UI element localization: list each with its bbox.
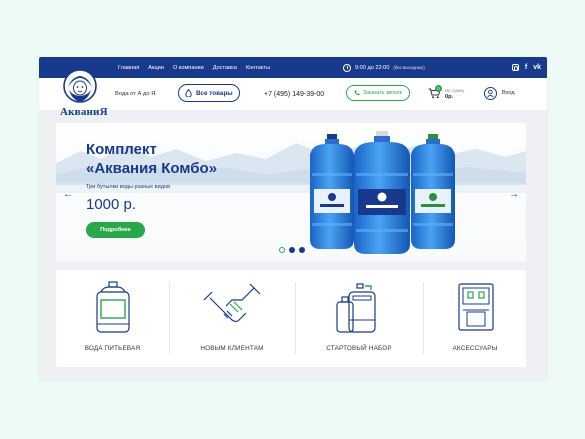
nav-item-about[interactable]: О компании bbox=[173, 65, 204, 71]
login-label: Вход bbox=[502, 90, 515, 96]
social-links: f vk bbox=[511, 57, 541, 78]
cart-label: На сумму bbox=[445, 88, 465, 93]
vk-icon[interactable]: vk bbox=[533, 64, 541, 71]
brand-tagline: Вода от А до Я bbox=[115, 91, 156, 97]
nav-item-promo[interactable]: Акции bbox=[148, 65, 164, 71]
callback-button[interactable]: Заказать звонок bbox=[346, 85, 410, 101]
slider-dot-3[interactable] bbox=[299, 247, 305, 253]
category-new-clients[interactable]: НОВЫМ КЛИЕНТАМ bbox=[170, 270, 294, 367]
cart[interactable]: 0 На сумму 0р. bbox=[428, 85, 482, 105]
main-nav: Главная Акции О компании Доставка Контак… bbox=[118, 57, 270, 78]
slider-dot-2[interactable] bbox=[289, 247, 295, 253]
facebook-icon[interactable]: f bbox=[525, 64, 527, 71]
brand-logo-text: АкваниЯ bbox=[60, 106, 108, 118]
starter-kit-icon bbox=[336, 283, 376, 333]
clock-icon bbox=[343, 63, 351, 72]
phone-number[interactable]: +7 (495) 149-39-00 bbox=[264, 78, 324, 110]
hero-subtitle: Три бутылки воды разных видов bbox=[86, 184, 171, 190]
category-label: СТАРТОВЫЙ НАБОР bbox=[326, 345, 392, 352]
hours-text: 9:00 до 22:00 bbox=[355, 64, 390, 71]
nav-item-delivery[interactable]: Доставка bbox=[213, 65, 237, 71]
water-bottle-icon bbox=[95, 281, 130, 333]
slider-pagination bbox=[279, 247, 305, 253]
handshake-icon bbox=[203, 283, 261, 323]
phone-icon bbox=[354, 90, 360, 96]
callback-label: Заказать звонок bbox=[363, 90, 402, 96]
category-label: НОВЫМ КЛИЕНТАМ bbox=[200, 345, 264, 352]
slider-dot-1[interactable] bbox=[279, 247, 285, 253]
slider-next-arrow-icon[interactable]: → bbox=[509, 189, 519, 200]
top-bar: Главная Акции О компании Доставка Контак… bbox=[39, 57, 547, 78]
all-products-label: Все товары bbox=[196, 89, 233, 97]
cart-sum: 0р. bbox=[445, 94, 454, 100]
hero-title-line-2: «Аквания Комбо» bbox=[86, 160, 218, 177]
water-drop-icon bbox=[185, 89, 192, 97]
hero-banner: Комплект «Аквания Комбо» Три бутылки вод… bbox=[56, 123, 526, 262]
category-accessories[interactable]: АКСЕССУАРЫ bbox=[424, 270, 526, 367]
login-button[interactable]: Вход bbox=[484, 85, 515, 101]
slider-prev-arrow-icon[interactable]: ← bbox=[63, 189, 73, 200]
water-bottles-image bbox=[310, 131, 455, 254]
nav-item-contacts[interactable]: Контакты bbox=[246, 65, 270, 71]
more-details-button[interactable]: Подробнее bbox=[86, 222, 145, 238]
hours-note: (без выходных) bbox=[393, 65, 425, 70]
category-section: ВОДА ПИТЬЕВАЯ НОВЫМ КЛИЕНТАМ СТАРТОВЫЙ Н… bbox=[56, 270, 526, 367]
hero-price: 1000 р. bbox=[86, 196, 137, 213]
category-starter-kit[interactable]: СТАРТОВЫЙ НАБОР bbox=[296, 270, 422, 367]
instagram-icon[interactable] bbox=[511, 64, 519, 71]
category-label: ВОДА ПИТЬЕВАЯ bbox=[84, 345, 141, 352]
all-products-button[interactable]: Все товары bbox=[178, 84, 240, 102]
working-hours: 9:00 до 22:00 (без выходных) bbox=[343, 57, 425, 78]
brand-logo-icon[interactable] bbox=[60, 65, 110, 111]
user-icon bbox=[484, 86, 497, 100]
category-label: АКСЕССУАРЫ bbox=[452, 345, 498, 352]
hero-title-line-1: Комплект bbox=[86, 141, 157, 158]
cart-count-badge: 0 bbox=[435, 85, 442, 92]
site-header: АкваниЯ Вода от А до Я Все товары +7 (49… bbox=[39, 69, 547, 118]
category-drinking-water[interactable]: ВОДА ПИТЬЕВАЯ bbox=[56, 270, 169, 367]
water-cooler-icon bbox=[458, 283, 494, 331]
nav-item-home[interactable]: Главная bbox=[118, 65, 139, 71]
hero-title: Комплект «Аквания Комбо» bbox=[86, 140, 246, 178]
site-window: Главная Акции О компании Доставка Контак… bbox=[39, 57, 547, 380]
